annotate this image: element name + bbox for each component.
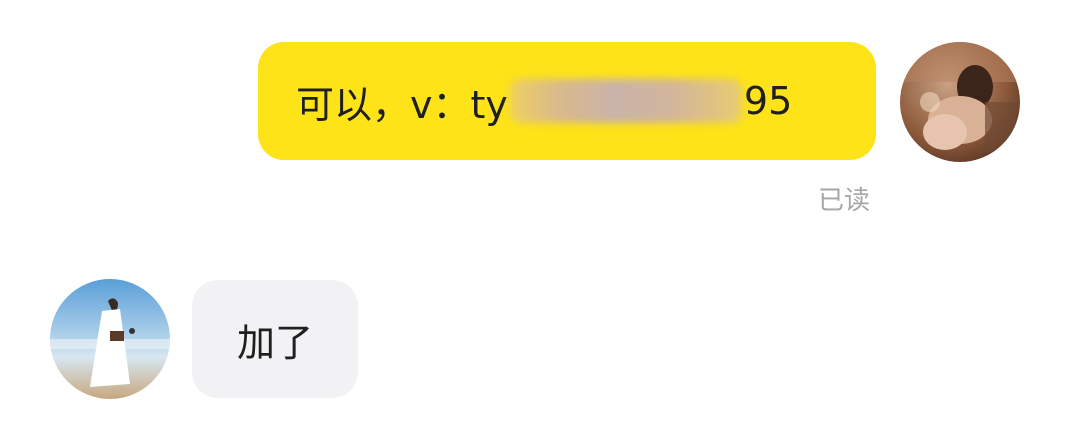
self-avatar[interactable] [900, 42, 1020, 162]
peer-avatar[interactable] [50, 279, 170, 399]
message-text-prefix: 可以，v：ty [296, 82, 508, 127]
redacted-text-blur [509, 79, 742, 123]
avatar-self-image [900, 42, 1020, 162]
read-status-label: 已读 [818, 186, 871, 216]
message-text: 加了 [236, 320, 313, 365]
outgoing-message-bubble[interactable]: 可以，v：ty 95 [258, 42, 876, 160]
incoming-message-bubble[interactable]: 加了 [192, 280, 358, 398]
avatar-peer-image [50, 279, 170, 399]
message-text-suffix: 95 [743, 79, 793, 123]
chat-view: 可以，v：ty 95 已读 加了 [0, 0, 1071, 442]
